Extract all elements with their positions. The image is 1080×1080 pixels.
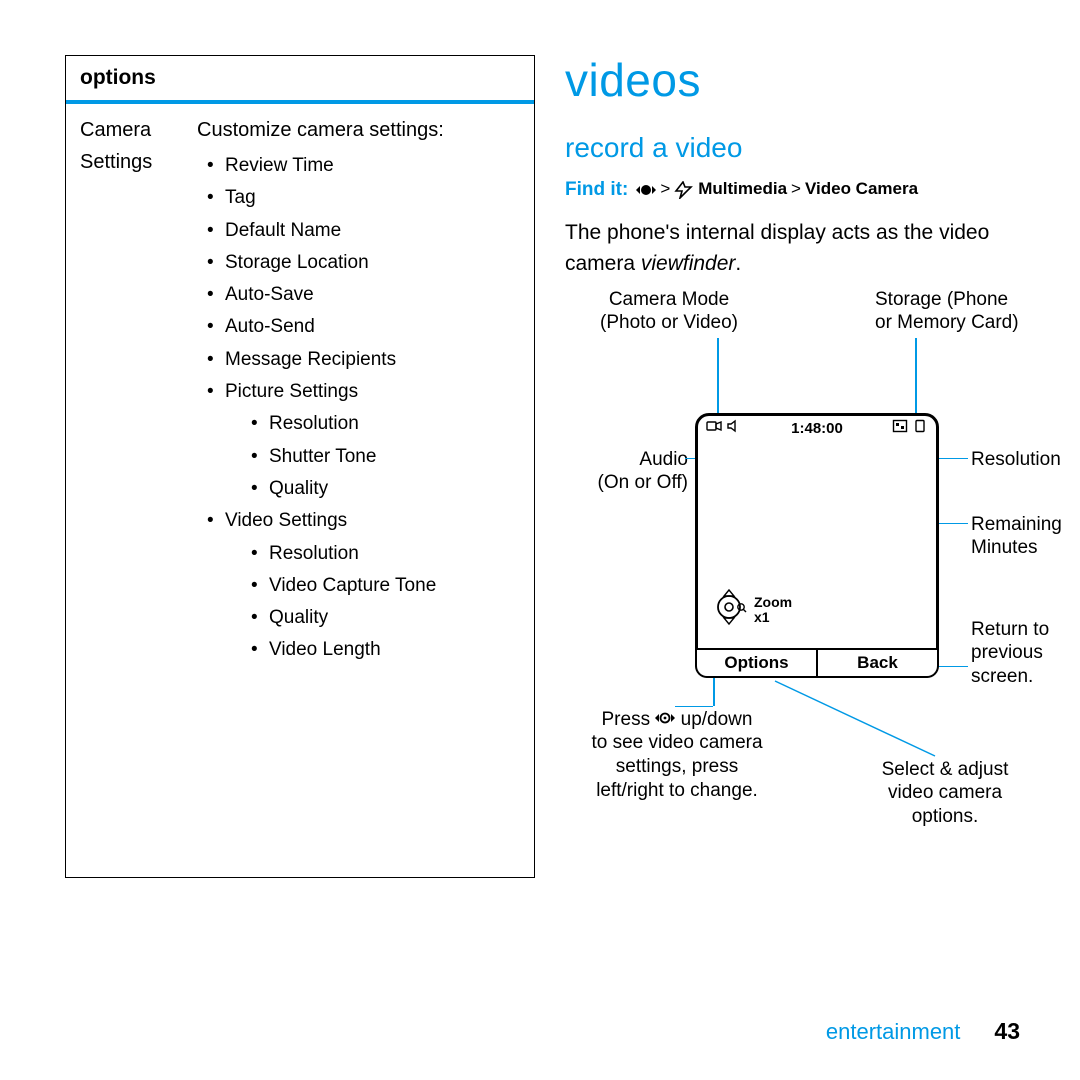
footer-section: entertainment	[826, 1019, 961, 1045]
list-item: Quality	[247, 602, 520, 634]
breadcrumb-sep: >	[791, 178, 801, 201]
audio-icon	[726, 419, 742, 439]
callout-select-adjust: Select & adjust video camera options.	[865, 758, 1025, 829]
row-label-settings: Settings	[80, 146, 175, 178]
heading-record-a-video: record a video	[565, 129, 1065, 167]
find-it-label: Find it:	[565, 177, 628, 203]
callout-line: (On or Off)	[593, 471, 688, 495]
group-picture-settings: Picture Settings	[225, 381, 358, 402]
options-header: options	[66, 56, 534, 104]
callout-line: settings, press	[577, 755, 777, 779]
find-it-path: Find it: > Multimedia > Video Camera	[565, 177, 1065, 203]
zoom-value: x1	[754, 610, 792, 625]
callout-line: Audio	[593, 448, 688, 472]
dpad-icon	[710, 588, 748, 633]
options-row-label: Camera Settings	[80, 114, 175, 667]
page-footer: entertainment 43	[826, 1018, 1020, 1045]
callout-line: options.	[865, 805, 1025, 829]
list-item: Message Recipients	[203, 344, 520, 376]
footer-page-number: 43	[994, 1018, 1020, 1045]
callout-line: Remaining	[971, 513, 1062, 537]
row-label-camera: Camera	[80, 114, 175, 146]
callout-nav-hint: Press up/down to see video camera settin…	[577, 708, 777, 803]
callout-line: Select & adjust	[865, 758, 1025, 782]
desc-line-2a: camera	[565, 252, 641, 275]
heading-videos: videos	[565, 49, 1065, 111]
viewfinder-screen: 1:48:00	[695, 413, 939, 678]
video-mode-icon	[706, 419, 722, 439]
callout-audio: Audio (On or Off)	[593, 448, 688, 496]
list-item: Shutter Tone	[247, 441, 520, 473]
callout-resolution: Resolution	[971, 448, 1061, 472]
zoom-indicator: Zoom x1	[710, 588, 792, 633]
callout-line: Return to	[971, 618, 1049, 642]
zoom-label: Zoom	[754, 595, 792, 610]
options-table: options Camera Settings Customize camera…	[65, 55, 535, 878]
list-item: Tag	[203, 182, 520, 214]
callout-line: Minutes	[971, 536, 1062, 560]
list-item: Auto-Save	[203, 279, 520, 311]
center-key-icon	[636, 182, 656, 198]
list-item: Video Length	[247, 634, 520, 666]
list-item: Picture Settings Resolution Shutter Tone…	[203, 376, 520, 505]
storage-icon	[912, 419, 928, 439]
callout-line: or Memory Card)	[875, 311, 1019, 335]
options-list: Review Time Tag Default Name Storage Loc…	[197, 150, 520, 667]
callout-line: left/right to change.	[577, 779, 777, 803]
breadcrumb-sep: >	[660, 178, 670, 201]
multimedia-icon	[674, 181, 694, 199]
breadcrumb-video-camera: Video Camera	[805, 178, 918, 201]
status-bar: 1:48:00	[698, 416, 936, 444]
callout-return: Return to previous screen.	[971, 618, 1049, 689]
callout-line: Camera Mode	[600, 288, 738, 312]
callout-line: previous	[971, 641, 1049, 665]
callout-line: (Photo or Video)	[600, 311, 738, 335]
list-item: Video Capture Tone	[247, 570, 520, 602]
callout-storage: Storage (Phone or Memory Card)	[875, 288, 1019, 336]
desc-line-2c: .	[735, 252, 741, 275]
callout-line: screen.	[971, 665, 1049, 689]
callout-line: Resolution	[971, 448, 1061, 472]
nav-key-icon	[655, 711, 675, 725]
list-item: Resolution	[247, 538, 520, 570]
callout-line: Storage (Phone	[875, 288, 1019, 312]
resolution-icon	[892, 419, 908, 439]
softkey-back[interactable]: Back	[816, 650, 939, 678]
options-intro: Customize camera settings:	[197, 114, 520, 146]
group-video-settings: Video Settings	[225, 510, 347, 531]
viewfinder-diagram: Camera Mode (Photo or Video) Storage (Ph…	[565, 288, 1065, 878]
description: The phone's internal display acts as the…	[565, 217, 1065, 280]
list-item: Review Time	[203, 150, 520, 182]
list-item: Default Name	[203, 215, 520, 247]
callout-line: up/down	[681, 709, 753, 730]
desc-viewfinder: viewfinder	[641, 252, 736, 275]
callout-line: to see video camera	[577, 731, 777, 755]
callout-remaining: Remaining Minutes	[971, 513, 1062, 561]
softkey-options[interactable]: Options	[695, 650, 816, 678]
callout-line: video camera	[865, 781, 1025, 805]
breadcrumb-multimedia: Multimedia	[698, 178, 787, 201]
remaining-time: 1:48:00	[791, 420, 843, 439]
callout-camera-mode: Camera Mode (Photo or Video)	[600, 288, 738, 336]
desc-line-1: The phone's internal display acts as the…	[565, 221, 989, 244]
list-item: Storage Location	[203, 247, 520, 279]
callout-line: Press	[602, 709, 651, 730]
list-item: Resolution	[247, 408, 520, 440]
list-item: Quality	[247, 473, 520, 505]
list-item: Auto-Send	[203, 311, 520, 343]
list-item: Video Settings Resolution Video Capture …	[203, 505, 520, 666]
